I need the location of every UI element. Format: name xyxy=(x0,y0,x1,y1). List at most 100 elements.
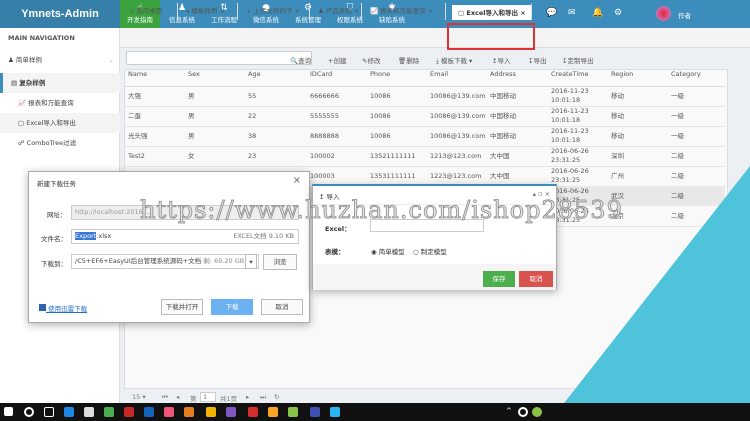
column-header[interactable]: Sex xyxy=(188,70,200,78)
app-icon[interactable] xyxy=(184,407,194,417)
tab-template[interactable]: ◂ 模板样例 × xyxy=(180,3,238,20)
column-header[interactable]: Phone xyxy=(370,70,390,78)
column-header[interactable]: Address xyxy=(490,70,516,78)
visual-studio-icon[interactable] xyxy=(226,407,236,417)
task-view-icon[interactable] xyxy=(44,407,54,417)
gears-icon[interactable]: ⚙ xyxy=(614,8,622,18)
table-cell[interactable]: 一级 xyxy=(671,112,684,121)
app-icon[interactable] xyxy=(124,407,134,417)
dest-dropdown[interactable]: ▾ xyxy=(245,254,257,269)
edge-icon[interactable] xyxy=(64,407,74,417)
store-icon[interactable] xyxy=(84,407,94,417)
windows-start-icon[interactable] xyxy=(4,407,13,416)
table-cell[interactable]: 38 xyxy=(248,132,256,141)
table-cell[interactable]: 6666666 xyxy=(310,92,339,101)
save-button[interactable]: 保存 xyxy=(483,271,515,287)
sidebar-item-excel[interactable]: ▢ Excel导入和导出 xyxy=(0,113,120,133)
app-icon[interactable] xyxy=(288,407,298,417)
table-cell[interactable]: 移动 xyxy=(611,92,624,101)
radio-custom-model[interactable]: ○ 制定模型 xyxy=(413,246,447,256)
table-cell[interactable]: 移动 xyxy=(611,132,624,141)
tab-product[interactable]: ♟ 产品类别 × xyxy=(312,3,362,20)
table-cell[interactable]: 女 xyxy=(188,152,195,161)
last-page-button[interactable]: ⏭ xyxy=(260,393,266,402)
tray-icon[interactable] xyxy=(532,407,542,417)
cancel-button[interactable]: 取消 xyxy=(519,271,553,287)
column-header[interactable]: Region xyxy=(611,70,633,78)
table-cell[interactable]: 5555555 xyxy=(310,112,339,121)
table-cell[interactable]: 大中国 xyxy=(490,172,510,181)
page-size-select[interactable]: 15 ▾ xyxy=(132,393,146,401)
table-cell[interactable]: 13531111111 xyxy=(370,172,416,181)
download-and-open-button[interactable]: 下载并打开 xyxy=(161,299,203,315)
first-page-button[interactable]: ⏮ xyxy=(162,393,168,402)
column-header[interactable]: Age xyxy=(248,70,261,78)
table-cell[interactable]: 男 xyxy=(188,132,195,141)
table-cell[interactable]: 男 xyxy=(188,92,195,101)
browse-button[interactable]: 浏览 xyxy=(263,254,297,270)
table-cell[interactable]: 10086@139.com xyxy=(430,92,486,101)
export-button[interactable]: ↧导出 xyxy=(528,55,546,65)
table-cell[interactable]: 中国移动 xyxy=(490,112,516,121)
refresh-icon[interactable]: ↻ xyxy=(274,393,279,401)
table-cell[interactable]: 1223@123.com xyxy=(430,172,481,181)
wechat-app-icon[interactable] xyxy=(104,407,114,417)
app-icon[interactable] xyxy=(248,407,258,417)
table-cell[interactable]: 100002 xyxy=(310,152,335,161)
column-header[interactable]: Category xyxy=(671,70,701,78)
tray-icon[interactable] xyxy=(518,407,528,417)
table-cell[interactable]: 10086 xyxy=(370,132,391,141)
chat-icon[interactable]: 💬 xyxy=(546,8,557,18)
template-download-button[interactable]: ⤓ 模板下载 ▾ xyxy=(436,55,472,66)
download-button[interactable]: 下载 xyxy=(211,299,253,315)
tray-chevron-icon[interactable]: ^ xyxy=(506,407,512,415)
table-cell[interactable]: 二蛋 xyxy=(128,112,141,121)
table-cell[interactable]: 光头强 xyxy=(128,132,148,141)
table-cell[interactable]: 10086 xyxy=(370,112,391,121)
cancel-button[interactable]: 取消 xyxy=(261,299,303,315)
table-cell[interactable]: 2016-11-23 10:01:18 xyxy=(551,87,589,105)
table-cell[interactable]: 二级 xyxy=(671,152,684,161)
table-cell[interactable]: 22 xyxy=(248,112,256,121)
table-cell[interactable]: 10086@139.com xyxy=(430,112,486,121)
table-cell[interactable]: 中国移动 xyxy=(490,92,516,101)
table-cell[interactable]: 男 xyxy=(188,112,195,121)
table-cell[interactable]: 一级 xyxy=(671,92,684,101)
thunder-link[interactable]: 使用迅雷下载 xyxy=(39,303,87,313)
user-name[interactable]: 作者 xyxy=(678,10,691,20)
delete-button[interactable]: 🗑删除 xyxy=(398,55,419,65)
app-icon[interactable] xyxy=(164,407,174,417)
column-header[interactable]: Email xyxy=(430,70,448,78)
next-page-button[interactable]: ▸ xyxy=(246,393,249,401)
search-input[interactable] xyxy=(126,51,312,65)
app-icon[interactable] xyxy=(144,407,154,417)
table-cell[interactable]: 2016-11-23 10:01:18 xyxy=(551,127,589,145)
mail-icon[interactable]: ✉ xyxy=(568,8,576,18)
app-icon[interactable] xyxy=(310,407,320,417)
table-cell[interactable]: Test2 xyxy=(128,152,145,161)
avatar[interactable] xyxy=(656,6,671,21)
column-header[interactable]: IDCard xyxy=(310,70,332,78)
create-button[interactable]: +创建 xyxy=(328,55,346,65)
tab-upload[interactable]: ⇪ 上传文件例子 × xyxy=(240,3,310,20)
table-cell[interactable]: 55 xyxy=(248,92,256,101)
sidebar-item-combotree[interactable]: ☍ ComboTree过滤 xyxy=(0,133,120,153)
bell-icon[interactable]: 🔔 xyxy=(592,8,603,18)
table-cell[interactable]: 23 xyxy=(248,152,256,161)
table-cell[interactable]: 8888888 xyxy=(310,132,339,141)
close-icon[interactable]: × xyxy=(293,175,301,186)
table-cell[interactable]: 中国移动 xyxy=(490,132,516,141)
column-header[interactable]: CreateTime xyxy=(551,70,589,78)
filename-field[interactable]: Export.xlsx EXCEL文档 9.10 KB xyxy=(71,229,299,244)
edit-button[interactable]: ✎修改 xyxy=(362,55,380,65)
table-cell[interactable]: 一级 xyxy=(671,132,684,141)
tab-report[interactable]: 📈 报表和万能查询 × xyxy=(364,3,446,20)
column-header[interactable]: Name xyxy=(128,70,147,78)
sidebar-item-complex[interactable]: ▤ 复杂样例 xyxy=(0,73,120,93)
table-cell[interactable]: 10086@139.com xyxy=(430,132,486,141)
table-cell[interactable]: 1213@123.com xyxy=(430,152,481,161)
app-icon[interactable] xyxy=(330,407,340,417)
custom-export-button[interactable]: ↧定制导出 xyxy=(562,55,593,65)
tab-excel[interactable]: ▢ Excel导入和导出 × xyxy=(452,3,532,20)
table-cell[interactable]: 移动 xyxy=(611,112,624,121)
